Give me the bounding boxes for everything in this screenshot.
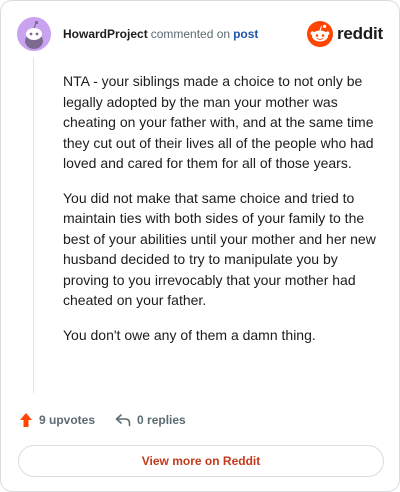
thread-line xyxy=(33,57,34,393)
comment-body: NTA - your siblings made a choice to not… xyxy=(63,71,379,359)
comment-paragraph: You did not make that same choice and tr… xyxy=(63,189,376,309)
upvote-button[interactable]: 9 upvotes xyxy=(19,412,95,428)
comment-paragraph: NTA - your siblings made a choice to not… xyxy=(63,73,374,171)
reply-arrow-icon xyxy=(115,414,131,427)
reply-count: 0 replies xyxy=(137,413,186,427)
post-link[interactable]: post xyxy=(233,27,258,41)
comment-actions: 9 upvotes 0 replies xyxy=(19,409,186,431)
commented-on-text: commented on xyxy=(150,27,231,41)
reddit-wordmark: reddit xyxy=(336,24,383,43)
upvote-count: 9 upvotes xyxy=(39,413,96,427)
comment-header: HowardProject commented on post reddit xyxy=(17,17,383,51)
username[interactable]: HowardProject xyxy=(63,27,148,41)
view-more-on-reddit-button[interactable]: View more on Reddit xyxy=(18,445,384,477)
upvote-arrow-icon xyxy=(20,413,32,427)
comment-embed-card: HowardProject commented on post reddit NTA… xyxy=(0,0,400,492)
user-avatar[interactable] xyxy=(17,17,51,51)
reddit-logo[interactable]: reddit xyxy=(306,20,383,48)
reply-button[interactable]: 0 replies xyxy=(115,413,186,427)
snoo-avatar-icon xyxy=(17,17,51,51)
comment-paragraph: You don't owe any of them a damn thing. xyxy=(63,326,316,343)
comment-byline: HowardProject commented on post xyxy=(63,27,258,41)
reddit-snoo-icon xyxy=(306,21,333,47)
